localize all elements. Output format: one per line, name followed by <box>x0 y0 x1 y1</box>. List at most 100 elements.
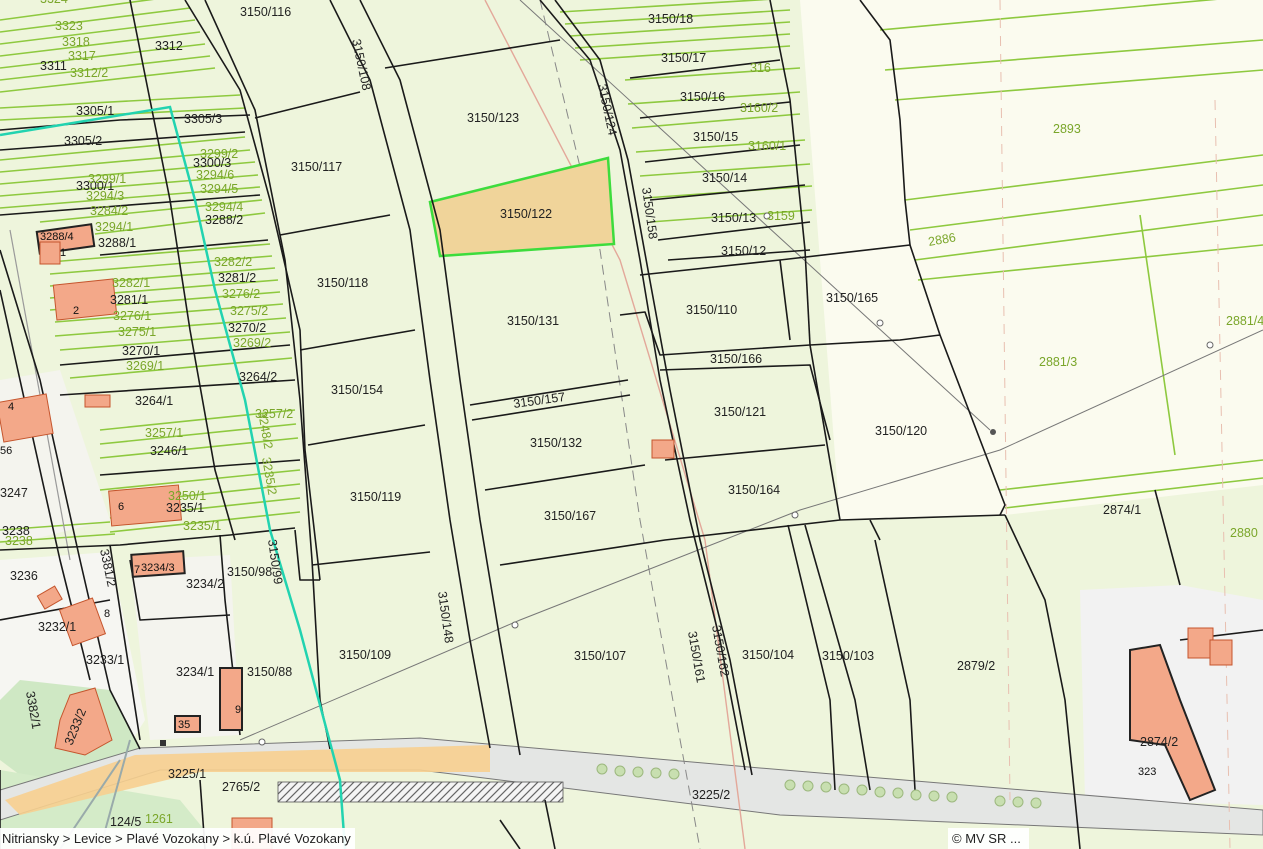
attribution[interactable]: © MV SR ... <box>948 828 1029 849</box>
parcel-label: 3264/2 <box>239 370 277 384</box>
parcel-label: 3150/116 <box>240 5 291 19</box>
parcel-label: 3150/119 <box>350 490 401 504</box>
parcel-label: 3305/2 <box>64 134 102 148</box>
breadcrumb-cadastral-area[interactable]: k.ú. Plavé Vozokany <box>234 831 351 846</box>
parcel-label: 3281/1 <box>110 293 148 307</box>
parcel-label: 3234/3 <box>141 562 175 574</box>
building-number: 7 <box>134 564 140 576</box>
green-label: 3269/1 <box>126 359 164 373</box>
parcel-label: 3150/109 <box>339 648 391 662</box>
building-number: 35 <box>178 719 190 731</box>
green-label: 3159 <box>767 209 795 223</box>
breadcrumb: Nitriansky > Levice > Plavé Vozokany > k… <box>0 828 355 849</box>
parcel-label: 3312 <box>155 39 183 53</box>
green-label: 3294/5 <box>200 182 238 196</box>
parcel-label: 2879/2 <box>957 659 995 673</box>
building-number: 56 <box>0 445 12 457</box>
green-label: 3269/2 <box>233 336 271 350</box>
parcel-label: 3150/132 <box>530 436 582 450</box>
green-label: 3284/2 <box>90 204 128 218</box>
green-label: 3282/1 <box>112 276 150 290</box>
parcel-label: 3225/2 <box>692 788 730 802</box>
parcel-label: 2765/2 <box>222 780 260 794</box>
cadastral-map[interactable]: 3150/116 3150/108 3150/123 3150/124 3150… <box>0 0 1263 849</box>
parcel-label: 3288/1 <box>98 236 136 250</box>
parcel-label: 3270/2 <box>228 321 266 335</box>
green-label: 2880 <box>1230 526 1258 540</box>
parcel-label: 3150/164 <box>728 483 780 497</box>
breadcrumb-separator: > <box>218 831 234 846</box>
parcel-label: 3150/123 <box>467 111 519 125</box>
parcel-label: 3288/2 <box>205 213 243 227</box>
building-number: 4 <box>8 401 14 413</box>
parcel-label: 2881/3 <box>1039 355 1077 369</box>
green-label: 3294/4 <box>205 200 243 214</box>
green-label: 3275/1 <box>118 325 156 339</box>
green-label: 3235/1 <box>183 519 221 533</box>
parcel-label: 3305/3 <box>184 112 222 126</box>
green-label: 3323 <box>55 19 83 33</box>
green-label: 3160/1 <box>748 139 786 153</box>
parcel-label: 3150/117 <box>291 160 342 174</box>
green-label: 3238 <box>5 534 33 548</box>
breadcrumb-district[interactable]: Levice <box>74 831 112 846</box>
breadcrumb-region[interactable]: Nitriansky <box>2 831 59 846</box>
parcel-label: 3270/1 <box>122 344 160 358</box>
green-label: 3299/2 <box>200 147 238 161</box>
green-label: 3317 <box>68 49 96 63</box>
green-label: 1261 <box>145 812 173 826</box>
parcel-label: 3150/166 <box>710 352 762 366</box>
parcel-label: 3150/18 <box>648 12 693 26</box>
breadcrumb-separator: > <box>111 831 127 846</box>
green-label: 3318 <box>62 35 90 49</box>
parcel-label: 3150/104 <box>742 648 794 662</box>
parcel-label: 323 <box>1138 766 1156 778</box>
parcel-label: 3150/15 <box>693 130 738 144</box>
parcel-label: 3150/165 <box>826 291 878 305</box>
building-number: 1 <box>60 247 66 259</box>
parcel-label: 3247 <box>0 486 28 500</box>
parcel-label: 3150/120 <box>875 424 927 438</box>
green-label: 3250/1 <box>168 489 206 503</box>
parcel-label: 3150/14 <box>702 171 747 185</box>
parcel-label: 3150/154 <box>331 383 383 397</box>
green-label: 3160/2 <box>740 101 778 115</box>
green-label: 316 <box>750 61 771 75</box>
parcel-label: 3150/103 <box>822 649 874 663</box>
parcel-label: 3236 <box>10 569 38 583</box>
building-number: 2 <box>73 305 79 317</box>
green-label: 3294/3 <box>86 189 124 203</box>
parcel-label: 3150/16 <box>680 90 725 104</box>
green-label: 3294/1 <box>95 220 133 234</box>
parcel-label: 3150/121 <box>714 405 766 419</box>
parcel-label: 3150/13 <box>711 211 756 225</box>
breadcrumb-separator: > <box>59 831 74 846</box>
breadcrumb-municipality[interactable]: Plavé Vozokany <box>126 831 219 846</box>
building-number: 6 <box>118 501 124 513</box>
parcel-label: 3232/1 <box>38 620 76 634</box>
parcel-label: 3305/1 <box>76 104 114 118</box>
building-number: 9 <box>235 704 241 716</box>
parcel-label: 3150/98 <box>227 565 272 579</box>
parcel-label: 3150/122 <box>500 207 552 221</box>
parcel-label: 2874/1 <box>1103 503 1141 517</box>
parcel-label: 3246/1 <box>150 444 188 458</box>
parcel-label: 3150/167 <box>544 509 596 523</box>
parcel-label: 3225/1 <box>168 767 206 781</box>
parcel-label: 3311 <box>40 59 67 73</box>
parcel-label: 3281/2 <box>218 271 256 285</box>
green-label: 3276/2 <box>222 287 260 301</box>
green-label: 3312/2 <box>70 66 108 80</box>
parcel-label: 2893 <box>1053 122 1081 136</box>
parcel-label: 3150/131 <box>507 314 559 328</box>
parcel-label: 3150/17 <box>661 51 706 65</box>
parcel-label: 3150/12 <box>721 244 766 258</box>
parcel-label: 2874/2 <box>1140 735 1178 749</box>
parcel-label: 3233/1 <box>86 653 124 667</box>
parcel-label: 3150/88 <box>247 665 292 679</box>
green-label: 3276/1 <box>113 309 151 323</box>
parcel-label: 3234/2 <box>186 577 224 591</box>
parcel-label: 3150/118 <box>317 276 368 290</box>
parcel-label: 3235/1 <box>166 501 204 515</box>
parcel-label: 3264/1 <box>135 394 173 408</box>
